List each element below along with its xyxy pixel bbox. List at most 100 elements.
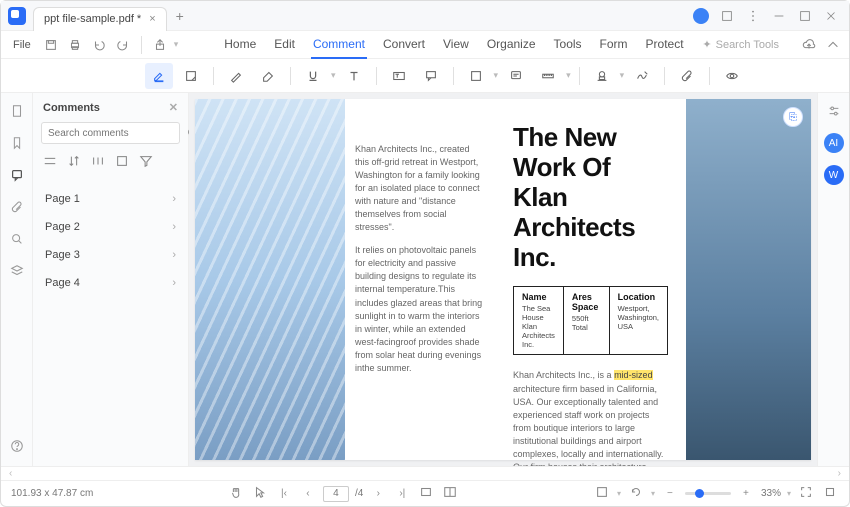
tab-form[interactable]: Form (598, 31, 630, 59)
filter-icon[interactable] (139, 154, 153, 173)
highlight-tool[interactable] (145, 63, 173, 89)
callout-tool[interactable] (417, 63, 445, 89)
left-text-column: Khan Architects Inc., created this off-g… (345, 99, 495, 460)
search-tools-label[interactable]: Search Tools (716, 39, 779, 51)
prev-page-icon[interactable]: ‹ (299, 488, 317, 499)
redo-icon[interactable] (113, 34, 133, 56)
tab-protect[interactable]: Protect (644, 31, 686, 59)
select-tool-icon[interactable] (251, 485, 269, 502)
avatar[interactable] (693, 8, 709, 24)
page-item[interactable]: Page 2› (33, 213, 188, 241)
tab-comment[interactable]: Comment (311, 31, 367, 59)
document-area[interactable]: Khan Architects Inc., created this off-g… (189, 93, 817, 466)
tab-convert[interactable]: Convert (381, 31, 427, 59)
tab-home[interactable]: Home (222, 31, 258, 59)
page-item[interactable]: Page 3› (33, 241, 188, 269)
note-tool[interactable] (177, 63, 205, 89)
close-tab-icon[interactable]: × (149, 13, 155, 25)
underline-tool[interactable] (299, 63, 327, 89)
zoom-out-icon[interactable]: − (661, 488, 679, 499)
print-icon[interactable] (65, 34, 85, 56)
hide-comments-tool[interactable] (718, 63, 746, 89)
text-tool[interactable] (340, 63, 368, 89)
measure-tool[interactable] (534, 63, 562, 89)
scroll-right-icon[interactable]: › (838, 468, 841, 479)
body-text: It relies on photovoltaic panels for ele… (355, 244, 485, 374)
new-tab-button[interactable]: + (167, 8, 193, 24)
textbox-tool[interactable] (385, 63, 413, 89)
page-input[interactable]: 4 (323, 486, 349, 502)
search-comments-field[interactable] (41, 122, 180, 144)
window-square-icon[interactable] (719, 8, 735, 24)
attachment-tool[interactable] (673, 63, 701, 89)
signature-tool[interactable] (628, 63, 656, 89)
bookmarks-icon[interactable] (7, 133, 27, 153)
help-icon[interactable] (7, 436, 27, 456)
document-tab[interactable]: ppt file-sample.pdf * × (33, 7, 167, 31)
share-icon[interactable] (150, 34, 170, 56)
dimensions-label: 101.93 x 47.87 cm (11, 488, 93, 499)
thumbnails-icon[interactable] (7, 101, 27, 121)
maximize-icon[interactable] (797, 8, 813, 24)
shape-tool[interactable] (462, 63, 490, 89)
comment-bubble-tool[interactable] (502, 63, 530, 89)
tab-tools[interactable]: Tools (552, 31, 584, 59)
horizontal-scrollbar[interactable]: ‹ › (1, 466, 849, 480)
collapse-ribbon-icon[interactable] (823, 34, 843, 56)
save-icon[interactable] (41, 34, 61, 56)
fit-page-icon[interactable] (797, 485, 815, 502)
tab-title: ppt file-sample.pdf * (44, 13, 141, 25)
hand-tool-icon[interactable] (227, 485, 245, 502)
fullscreen-icon[interactable] (821, 485, 839, 502)
close-window-icon[interactable] (823, 8, 839, 24)
attachments-panel-icon[interactable] (7, 197, 27, 217)
stamp-tool[interactable] (588, 63, 616, 89)
fit-width-icon[interactable] (417, 485, 435, 502)
decorative-image-left (195, 99, 345, 460)
tab-organize[interactable]: Organize (485, 31, 538, 59)
tab-view[interactable]: View (441, 31, 471, 59)
close-panel-icon[interactable]: ✕ (169, 101, 178, 114)
ai-assistant-icon[interactable]: AI (824, 133, 844, 153)
comments-panel-icon[interactable] (7, 165, 27, 185)
info-table: NameThe Sea House Klan Architects Inc. A… (513, 286, 668, 355)
zoom-slider[interactable] (685, 492, 731, 495)
sort-icon[interactable] (67, 154, 81, 173)
collapse-icon[interactable] (115, 154, 129, 173)
pdf-page: Khan Architects Inc., created this off-g… (195, 99, 811, 460)
file-menu[interactable]: File (7, 35, 37, 55)
next-page-icon[interactable]: › (369, 488, 387, 499)
menubar: File ▾ Home Edit Comment Convert View Or… (1, 31, 849, 59)
titlebar: ppt file-sample.pdf * × + (1, 1, 849, 31)
more-icon[interactable] (745, 8, 761, 24)
scroll-left-icon[interactable]: ‹ (9, 468, 12, 479)
undo-icon[interactable] (89, 34, 109, 56)
first-page-icon[interactable]: |‹ (275, 488, 293, 499)
comments-panel: Comments ✕ Page 1› Page 2› Page 3› Page … (33, 93, 189, 466)
options-icon[interactable] (43, 154, 57, 173)
page-item[interactable]: Page 4› (33, 269, 188, 297)
rotate-icon[interactable] (627, 485, 645, 502)
properties-icon[interactable] (824, 101, 844, 121)
pencil-tool[interactable] (222, 63, 250, 89)
highlighted-text[interactable]: mid-sized (614, 370, 653, 380)
search-comments-input[interactable] (42, 128, 186, 139)
tab-edit[interactable]: Edit (272, 31, 297, 59)
search-panel-icon[interactable] (7, 229, 27, 249)
eraser-tool[interactable] (254, 63, 282, 89)
page-item[interactable]: Page 1› (33, 185, 188, 213)
app-icon (3, 2, 31, 30)
view-mode-icon[interactable] (593, 485, 611, 502)
zoom-label: 33% (761, 488, 781, 499)
cloud-upload-icon[interactable] (799, 34, 819, 56)
body-text: Khan Architects Inc., is a mid-sized arc… (513, 369, 668, 466)
layers-icon[interactable] (7, 261, 27, 281)
last-page-icon[interactable]: ›| (393, 488, 411, 499)
word-export-icon[interactable]: W (824, 165, 844, 185)
floating-action-icon[interactable]: ⎘ (783, 107, 803, 127)
reading-mode-icon[interactable] (441, 485, 459, 502)
minimize-icon[interactable] (771, 8, 787, 24)
chevron-right-icon: › (172, 277, 176, 289)
expand-icon[interactable] (91, 154, 105, 173)
zoom-in-icon[interactable]: + (737, 488, 755, 499)
